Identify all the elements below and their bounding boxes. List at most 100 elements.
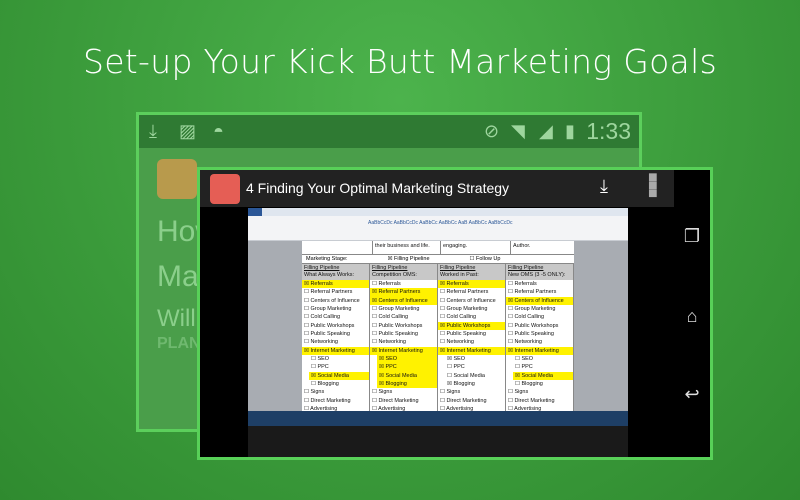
checkbox-item: ☒ Social Media: [513, 371, 573, 381]
checkbox-item: ☐ Referral Partners: [508, 289, 557, 296]
checkbox-item: ☐ Cold Calling: [440, 314, 477, 321]
doc-cell: engaging.: [440, 241, 510, 254]
checkbox-item: ☐ PPC: [447, 364, 465, 371]
column-header-title: Filling Pipeline: [304, 265, 340, 271]
doc-cell: Author.: [510, 241, 574, 254]
headline: Set-up Your Kick Butt Marketing Goals: [82, 42, 718, 81]
checkbox-item: ☒ Referrals: [302, 280, 369, 289]
download-icon: ⤓: [149, 121, 157, 141]
checkbox-item: ☐ Networking: [304, 339, 338, 346]
word-ribbon: AaBbCcDc AaBbCcDc AaBbCc AaBbCc AaB AaBb…: [248, 208, 628, 241]
checkbox-item: ☐ Centers of Influence: [304, 297, 360, 304]
overflow-menu-icon[interactable]: ■ ■ ■: [648, 170, 668, 202]
checkbox-item: ☐ PPC: [515, 364, 533, 371]
pipeline-column: Filling Pipeline New OMS (3 -5 ONLY): ☐ Re…: [506, 264, 574, 414]
checkbox-item: ☐ Public Speaking: [508, 331, 554, 338]
stage-option: ☒ Filling Pipeline: [387, 256, 430, 262]
checkbox-item: ☐ Direct Marketing: [440, 397, 487, 404]
windows-taskbar: [248, 411, 628, 426]
signal-icon: ◢: [539, 121, 553, 141]
checkbox-item: ☒ Internet Marketing: [370, 346, 437, 356]
android-icon: ◓: [213, 121, 224, 141]
plan-text: PLAN: [157, 335, 201, 352]
checkbox-item: ☐ Public Speaking: [304, 331, 350, 338]
checkbox-item: ☐ Signs: [372, 389, 393, 396]
column-header-subtitle: Worked in Past:: [440, 272, 479, 278]
checkbox-item: ☒ Centers of Influence: [370, 296, 437, 306]
player-controls-area: [248, 426, 628, 457]
checkbox-item: ☐ Centers of Influence: [440, 297, 496, 304]
checkbox-item: ☐ PPC: [311, 364, 329, 371]
checkbox-item: ☒ SEO: [377, 355, 437, 364]
column-header-title: Filling Pipeline: [372, 265, 408, 271]
checkbox-item: ☐ Blogging: [515, 381, 543, 388]
home-icon[interactable]: ⌂: [674, 306, 710, 327]
checkbox-item: ☒ PPC: [377, 363, 437, 372]
pipeline-column: Filling Pipeline What Always Works: ☒ Refe…: [302, 264, 370, 414]
stage-label: Marketing Stage:: [306, 256, 348, 262]
column-header-subtitle: What Always Works:: [304, 272, 355, 278]
checkbox-item: ☐ Public Speaking: [372, 331, 418, 338]
pipeline-column: Filling Pipeline Worked in Past: ☒ Referra…: [438, 264, 506, 414]
video-frame[interactable]: AaBbCcDc AaBbCcDc AaBbCc AaBbCc AaB AaBb…: [248, 208, 628, 426]
checkbox-item: ☐ Networking: [440, 339, 474, 346]
column-header-subtitle: Competition OMS:: [372, 272, 417, 278]
checkbox-item: ☐ Public Speaking: [440, 331, 486, 338]
checkbox-item: ☐ Referrals: [372, 281, 401, 287]
column-header: Filling Pipeline Competition OMS:: [370, 264, 437, 280]
image-icon: ▨: [179, 121, 197, 141]
column-header: Filling Pipeline What Always Works:: [302, 264, 369, 280]
checkbox-item: ☐ Public Workshops: [508, 322, 559, 329]
checkbox-item: ☒ Internet Marketing: [506, 346, 573, 356]
clock: 1:33: [586, 118, 631, 144]
checkbox-item: ☐ Signs: [508, 389, 529, 396]
checkbox-item: ☐ Signs: [440, 389, 461, 396]
checkbox-item: ☐ Public Workshops: [372, 322, 423, 329]
checkbox-item: ☒ Social Media: [377, 371, 437, 381]
checkbox-item: ☐ Group Marketing: [372, 306, 420, 313]
checkbox-item: ☐ Group Marketing: [508, 306, 556, 313]
checkbox-item: ☐ Direct Marketing: [372, 397, 419, 404]
battery-icon: ▮: [565, 121, 575, 141]
checkbox-item: ☒ Referral Partners: [370, 288, 437, 297]
checkbox-item: ☐ Referrals: [508, 281, 537, 287]
checkbox-item: ☐ Referral Partners: [304, 289, 353, 296]
checkbox-item: ☒ Centers of Influence: [506, 296, 573, 306]
doc-cell: their business and life.: [372, 241, 440, 254]
app-icon-back-button[interactable]: [210, 174, 240, 204]
document-page: their business and life. engaging. Autho…: [302, 241, 574, 416]
checkbox-item: ☒ Blogging: [447, 381, 475, 388]
checkbox-item: ☒ Internet Marketing: [438, 346, 505, 356]
checkbox-item: ☒ Blogging: [377, 380, 437, 389]
course-title-line: Ma: [157, 260, 199, 293]
app-logo: [157, 159, 197, 199]
checkbox-item: ☒ Internet Marketing: [302, 346, 369, 356]
checkbox-item: ☒ SEO: [447, 356, 466, 363]
mute-icon: ⊘: [484, 121, 500, 141]
checkbox-item: ☐ Direct Marketing: [304, 397, 351, 404]
stage-option: ☐ Follow Up: [469, 256, 501, 262]
navigation-bar: ❐ ⌂ ↩: [674, 170, 710, 457]
column-header: Filling Pipeline New OMS (3 -5 ONLY):: [506, 264, 573, 280]
checkbox-item: ☒ Public Workshops: [438, 321, 505, 331]
checkbox-item: ☐ Blogging: [311, 381, 339, 388]
action-bar: 4 Finding Your Optimal Marketing Strateg…: [200, 170, 677, 207]
back-icon[interactable]: ↩: [674, 384, 710, 405]
video-title: 4 Finding Your Optimal Marketing Strateg…: [246, 180, 510, 196]
checkbox-item: ☐ Social Media: [447, 372, 485, 379]
wifi-icon: ◥: [511, 121, 525, 141]
status-bar: ⤓ ▨ ◓ ⊘ ◥ ◢ ▮ 1:33: [139, 115, 639, 148]
checkbox-item: ☐ Networking: [508, 339, 542, 346]
checkbox-item: ☐ Cold Calling: [372, 314, 409, 321]
checkbox-item: ☐ Group Marketing: [304, 306, 352, 313]
checkbox-item: ☐ SEO: [515, 356, 534, 363]
checkbox-item: ☐ Networking: [372, 339, 406, 346]
column-header-subtitle: New OMS (3 -5 ONLY):: [508, 272, 566, 278]
recent-apps-icon[interactable]: ❐: [674, 226, 710, 247]
download-icon[interactable]: ⤓: [600, 176, 608, 197]
pipeline-table: Filling Pipeline What Always Works: ☒ Refe…: [302, 264, 574, 414]
column-header-title: Filling Pipeline: [440, 265, 476, 271]
checkbox-item: ☐ Referral Partners: [440, 289, 489, 296]
checkbox-item: ☐ Cold Calling: [304, 314, 341, 321]
checkbox-item: ☒ Social Media: [309, 371, 369, 381]
